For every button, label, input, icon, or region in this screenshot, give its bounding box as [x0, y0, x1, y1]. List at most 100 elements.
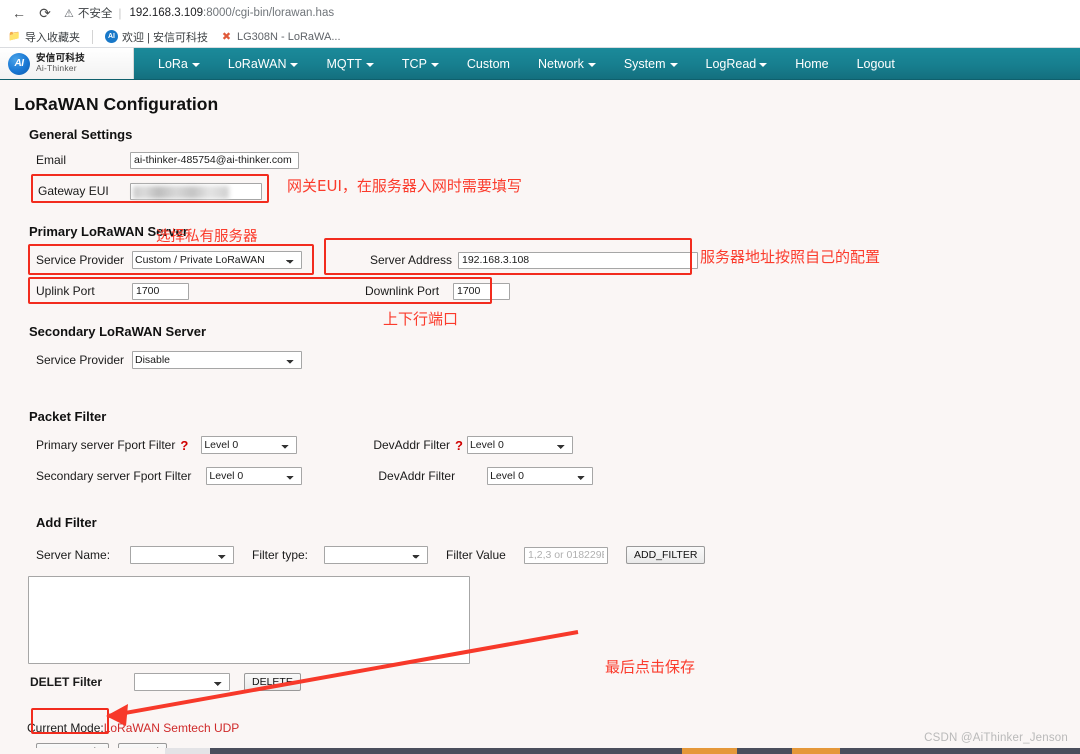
- nav-item-home[interactable]: Home: [781, 48, 842, 79]
- uplink-port-field[interactable]: [132, 282, 189, 300]
- nav-item-lorawan-label: LoRaWAN: [227, 56, 287, 71]
- server-name-label: Server Name:: [36, 548, 111, 562]
- help-icon[interactable]: ?: [180, 438, 188, 453]
- watermark: CSDN @AiThinker_Jenson: [924, 732, 1068, 744]
- nav-item-tcp-label: TCP: [401, 56, 427, 71]
- omnibox-divider: |: [118, 6, 122, 20]
- bookmark-gateway-label: LG308N - LoRaWA...: [236, 30, 341, 43]
- section-heading-primary: Primary LoRaWAN Server: [29, 224, 188, 239]
- nav-item-logread[interactable]: LogRead: [692, 48, 782, 79]
- taskbar-segment: [682, 748, 737, 754]
- bookmark-import-label: 导入收藏夹: [25, 31, 80, 44]
- gateway-favicon: ✖: [221, 31, 232, 43]
- taskbar-segment: [165, 748, 210, 754]
- nav-item-home-label: Home: [795, 56, 829, 71]
- nav-item-mqtt-label: MQTT: [326, 56, 362, 71]
- section-heading-add-filter: Add Filter: [36, 515, 97, 530]
- taskbar-segment: [0, 748, 165, 754]
- email-field[interactable]: [130, 151, 299, 169]
- filter-value-field[interactable]: [524, 546, 608, 564]
- address-bar[interactable]: ⚠ 不安全 | 192.168.3.109:8000/cgi-bin/loraw…: [64, 3, 1074, 23]
- nav-item-logout[interactable]: Logout: [843, 48, 909, 79]
- nav-item-network[interactable]: Network: [524, 48, 610, 79]
- chevron-down-icon: [290, 62, 299, 67]
- browser-chrome: ← ⟳ ⚠ 不安全 | 192.168.3.109:8000/cgi-bin/l…: [0, 0, 1080, 48]
- server-name-select[interactable]: [130, 546, 234, 564]
- navbar-items: LoRa LoRaWAN MQTT TCP Custom Network Sys…: [134, 48, 909, 79]
- site-navbar: AI 安信可科技 Ai-Thinker LoRa LoRaWAN MQTT TC…: [0, 48, 1080, 80]
- bookmark-ai-thinker[interactable]: AI 欢迎 | 安信可科技: [105, 29, 208, 45]
- gateway-eui-field[interactable]: [130, 182, 262, 200]
- secondary-fport-filter-select[interactable]: Level 0: [206, 467, 303, 485]
- nav-item-system[interactable]: System: [610, 48, 692, 79]
- filter-type-label: Filter type:: [252, 548, 309, 562]
- ai-thinker-logo-icon: AI: [8, 52, 30, 75]
- brand-name-en: Ai-Thinker: [36, 63, 77, 74]
- page-content: LoRaWAN Configuration General Settings E…: [0, 80, 1080, 754]
- help-icon[interactable]: ?: [455, 438, 463, 453]
- taskbar-segment: [210, 748, 682, 754]
- delete-filter-label: DELET Filter: [30, 675, 103, 689]
- secondary-service-provider-label: Service Provider: [36, 353, 125, 367]
- bookmark-divider: [92, 29, 93, 44]
- nav-item-custom-label: Custom: [466, 56, 510, 71]
- url-host: 192.168.3.109: [129, 7, 204, 19]
- primary-fport-filter-select[interactable]: Level 0: [201, 436, 298, 454]
- server-address-field[interactable]: [458, 251, 698, 269]
- secondary-fport-filter-label: Secondary server Fport Filter: [36, 469, 192, 483]
- taskbar-segment: [792, 748, 840, 754]
- secondary-devaddr-filter-select[interactable]: Level 0: [487, 467, 594, 485]
- row-secondary-provider: Service Provider Disable: [36, 349, 1080, 371]
- security-label: 不安全: [77, 8, 113, 20]
- taskbar-segment: [840, 748, 1080, 754]
- secondary-devaddr-filter-label: DevAddr Filter: [378, 469, 456, 483]
- nav-item-custom[interactable]: Custom: [453, 48, 524, 79]
- ai-thinker-favicon: AI: [105, 30, 118, 43]
- chevron-down-icon: [587, 62, 596, 67]
- row-add-filter: Server Name: Filter type: Filter Value A…: [36, 544, 1080, 566]
- nav-item-lora[interactable]: LoRa: [144, 48, 214, 79]
- reload-icon[interactable]: ⟳: [32, 2, 58, 24]
- nav-item-mqtt[interactable]: MQTT: [312, 48, 387, 79]
- nav-item-lora-label: LoRa: [158, 56, 188, 71]
- primary-devaddr-filter-label: DevAddr Filter: [373, 438, 450, 452]
- bookmark-gateway[interactable]: ✖ LG308N - LoRaWA...: [220, 30, 341, 44]
- delete-button[interactable]: DELETE: [244, 672, 301, 692]
- row-primary-provider: Service Provider Custom / Private LoRaWA…: [36, 249, 1080, 271]
- add-filter-button[interactable]: ADD_FILTER: [626, 545, 706, 565]
- filter-list-textarea[interactable]: [28, 576, 470, 664]
- filter-type-select[interactable]: [324, 546, 428, 564]
- row-email: Email: [36, 149, 1080, 171]
- import-bookmarks-icon: 📁: [8, 31, 21, 42]
- bookmark-import[interactable]: 📁 导入收藏夹: [8, 29, 80, 45]
- chevron-down-icon: [191, 62, 200, 67]
- server-address-label: Server Address: [370, 253, 453, 267]
- row-ports: Uplink Port Downlink Port: [36, 280, 1080, 302]
- current-mode-label: Current Mode:: [27, 721, 104, 735]
- primary-service-provider-select[interactable]: Custom / Private LoRaWAN: [132, 251, 302, 269]
- browser-toolbar: ← ⟳ ⚠ 不安全 | 192.168.3.109:8000/cgi-bin/l…: [0, 0, 1080, 26]
- nav-item-system-label: System: [623, 56, 666, 71]
- section-heading-packet-filter: Packet Filter: [29, 409, 107, 424]
- primary-service-provider-label: Service Provider: [36, 253, 125, 267]
- email-label: Email: [36, 153, 67, 167]
- chevron-down-icon: [759, 62, 768, 67]
- primary-fport-filter-label: Primary server Fport Filter: [36, 438, 176, 452]
- redacted-overlay: [133, 185, 229, 199]
- gateway-eui-label: Gateway EUI: [38, 184, 109, 198]
- nav-item-logout-label: Logout: [856, 56, 895, 71]
- primary-devaddr-filter-select[interactable]: Level 0: [466, 436, 573, 454]
- current-mode-value: LoRaWAN Semtech UDP: [103, 721, 240, 735]
- web-page: AI 安信可科技 Ai-Thinker LoRa LoRaWAN MQTT TC…: [0, 48, 1080, 754]
- delete-filter-select[interactable]: [134, 673, 230, 691]
- secondary-service-provider-select[interactable]: Disable: [132, 351, 302, 369]
- taskbar-segment: [737, 748, 792, 754]
- row-primary-fport-filter: Primary server Fport Filter ? Level 0 De…: [36, 434, 1080, 456]
- nav-item-lorawan[interactable]: LoRaWAN: [214, 48, 313, 79]
- brand-logo-block[interactable]: AI 安信可科技 Ai-Thinker: [0, 48, 134, 79]
- current-mode: Current Mode:LoRaWAN Semtech UDP: [27, 721, 1080, 735]
- nav-item-tcp[interactable]: TCP: [388, 48, 453, 79]
- nav-item-network-label: Network: [537, 56, 584, 71]
- downlink-port-field[interactable]: [453, 282, 510, 300]
- back-arrow-icon[interactable]: ←: [6, 2, 32, 24]
